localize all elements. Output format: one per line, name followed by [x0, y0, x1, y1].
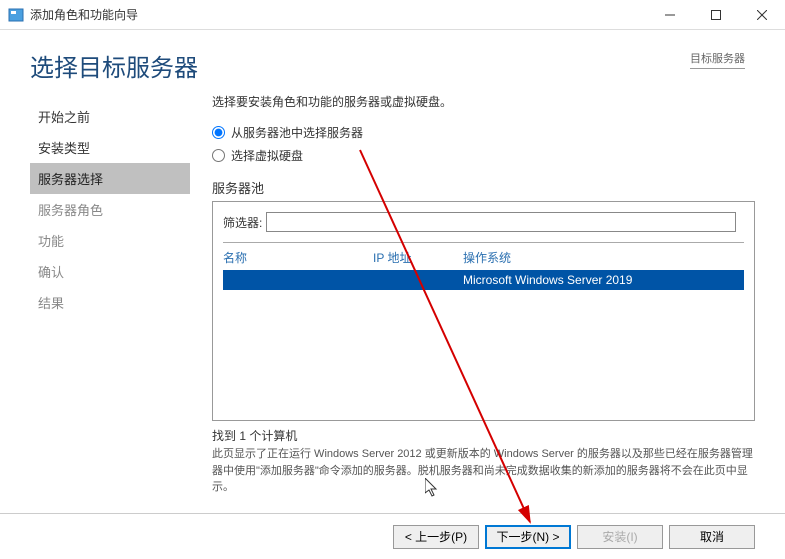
footer-buttons: < 上一步(P) 下一步(N) > 安装(I) 取消	[0, 513, 785, 559]
sidebar-item-server-roles: 服务器角色	[30, 194, 190, 225]
radio-vhd-input[interactable]	[212, 149, 225, 162]
instruction-text: 选择要安装角色和功能的服务器或虚拟硬盘。	[212, 93, 755, 110]
install-button: 安装(I)	[577, 525, 663, 549]
table-header: 名称 IP 地址 操作系统	[223, 242, 744, 270]
cancel-button[interactable]: 取消	[669, 525, 755, 549]
sidebar-item-installation-type[interactable]: 安装类型	[30, 132, 190, 163]
previous-button[interactable]: < 上一步(P)	[393, 525, 479, 549]
radio-vhd-label: 选择虚拟硬盘	[231, 147, 303, 164]
wizard-sidebar: 开始之前 安装类型 服务器选择 服务器角色 功能 确认 结果	[30, 93, 190, 496]
main-area: 开始之前 安装类型 服务器选择 服务器角色 功能 确认 结果 选择要安装角色和功…	[0, 83, 785, 496]
cell-os: Microsoft Windows Server 2019	[463, 273, 744, 287]
next-button[interactable]: 下一步(N) >	[485, 525, 571, 549]
titlebar: 添加角色和功能向导	[0, 0, 785, 30]
minimize-button[interactable]	[647, 0, 693, 30]
server-pool-label: 服务器池	[212, 178, 755, 197]
window-controls	[647, 0, 785, 30]
window-title: 添加角色和功能向导	[30, 6, 647, 23]
column-ip[interactable]: IP 地址	[373, 249, 463, 266]
sidebar-item-features: 功能	[30, 225, 190, 256]
sidebar-item-before-you-begin[interactable]: 开始之前	[30, 101, 190, 132]
server-row[interactable]: Microsoft Windows Server 2019	[223, 270, 744, 290]
filter-label: 筛选器:	[223, 214, 262, 231]
radio-select-from-pool[interactable]: 从服务器池中选择服务器	[212, 124, 755, 141]
close-button[interactable]	[739, 0, 785, 30]
radio-pool-input[interactable]	[212, 126, 225, 139]
destination-label: 目标服务器	[690, 50, 745, 69]
column-os[interactable]: 操作系统	[463, 249, 744, 266]
sidebar-item-results: 结果	[30, 287, 190, 318]
radio-pool-label: 从服务器池中选择服务器	[231, 124, 363, 141]
filter-input[interactable]	[266, 212, 736, 232]
radio-select-vhd[interactable]: 选择虚拟硬盘	[212, 147, 755, 164]
table-empty-space	[223, 290, 744, 410]
app-icon	[8, 7, 24, 23]
found-count-label: 找到 1 个计算机	[212, 427, 755, 444]
help-text: 此页显示了正在运行 Windows Server 2012 或更新版本的 Win…	[212, 446, 755, 496]
page-title: 选择目标服务器	[30, 48, 690, 83]
filter-row: 筛选器:	[223, 212, 744, 232]
content-pane: 选择要安装角色和功能的服务器或虚拟硬盘。 从服务器池中选择服务器 选择虚拟硬盘 …	[190, 93, 755, 496]
server-pool-box: 筛选器: 名称 IP 地址 操作系统 Microsoft Windows Ser…	[212, 201, 755, 421]
column-name[interactable]: 名称	[223, 249, 373, 266]
header: 选择目标服务器 目标服务器	[0, 30, 785, 83]
sidebar-item-server-selection[interactable]: 服务器选择	[30, 163, 190, 194]
maximize-button[interactable]	[693, 0, 739, 30]
sidebar-item-confirmation: 确认	[30, 256, 190, 287]
